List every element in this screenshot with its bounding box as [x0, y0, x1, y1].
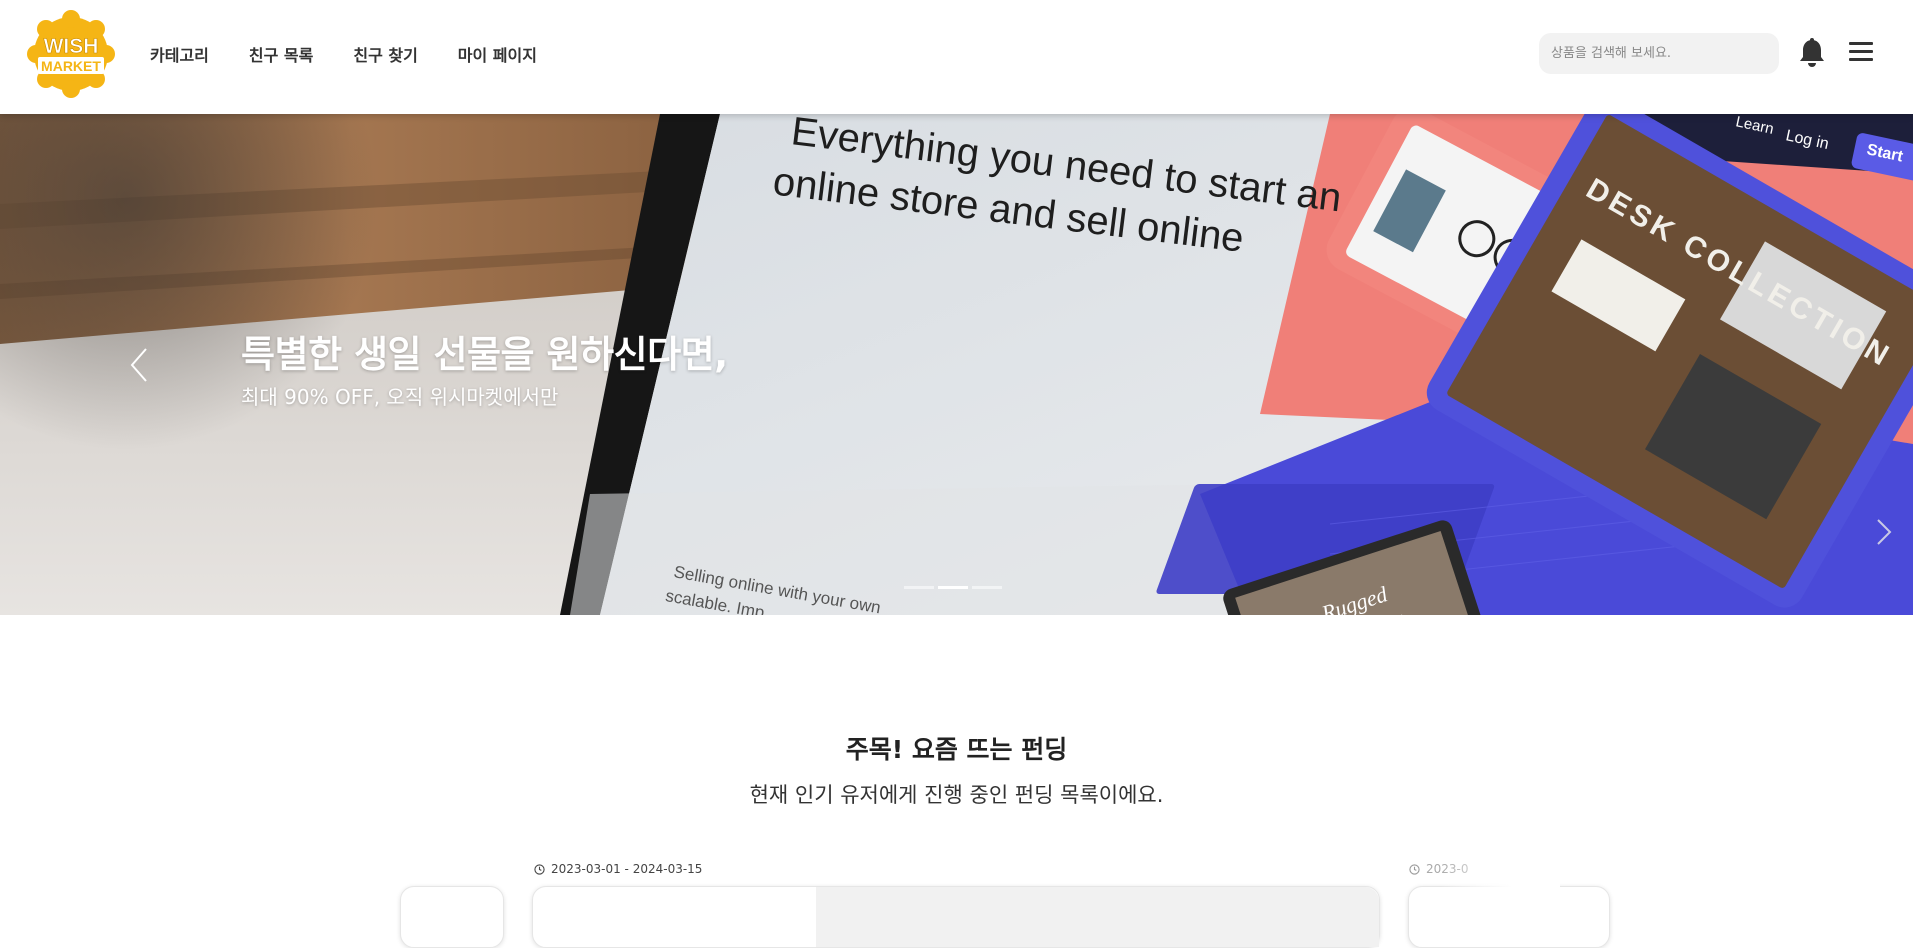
section-subtitle: 현재 인기 유저에게 진행 중인 펀딩 목록이에요. [749, 783, 1164, 807]
search-input[interactable] [1539, 33, 1779, 74]
carousel-prev-icon[interactable] [126, 345, 152, 385]
carousel-fade [1440, 850, 1560, 914]
nav-item-friend-list[interactable]: 친구 목록 [249, 42, 313, 66]
clock-icon [1409, 863, 1420, 875]
main-nav: 카테고리 친구 목록 친구 찾기 마이 페이지 [150, 0, 577, 108]
site-header: WISH MARKET 카테고리 친구 목록 친구 찾기 마이 페이지 [0, 0, 1913, 114]
clock-icon [534, 863, 545, 875]
logo-text-bottom: MARKET [41, 58, 101, 74]
nav-item-category[interactable]: 카테고리 [150, 42, 209, 66]
carousel-indicators [904, 586, 1006, 589]
hero-banner: Learn Log in Start DESK COLLECTION Rugge… [0, 114, 1913, 615]
carousel-next-icon[interactable] [1872, 512, 1898, 552]
funding-card-image [816, 887, 1379, 947]
carousel-dot[interactable] [972, 586, 1002, 589]
hero-title: 특별한 생일 선물을 원하신다면, [241, 333, 728, 376]
wish-market-logo[interactable]: WISH MARKET [26, 9, 116, 99]
bell-icon[interactable] [1798, 38, 1826, 68]
hamburger-menu-icon[interactable] [1849, 42, 1873, 64]
hero-subtitle: 최대 90% OFF, 오직 위시마켓에서만 [241, 385, 559, 409]
section-title: 주목! 요즘 뜨는 펀딩 [845, 735, 1068, 764]
funding-date-range: 2023-03-01 - 2024-03-15 [534, 862, 702, 876]
nav-item-find-friends[interactable]: 친구 찾기 [353, 42, 417, 66]
funding-date-text: 2023-03-01 - 2024-03-15 [551, 862, 703, 876]
carousel-dot[interactable] [904, 586, 934, 589]
carousel-dot-active[interactable] [938, 586, 968, 589]
funding-card[interactable] [532, 886, 1380, 948]
funding-card-prev[interactable] [400, 886, 504, 948]
nav-item-my-page[interactable]: 마이 페이지 [458, 42, 537, 66]
logo-text-top: WISH [44, 35, 99, 58]
